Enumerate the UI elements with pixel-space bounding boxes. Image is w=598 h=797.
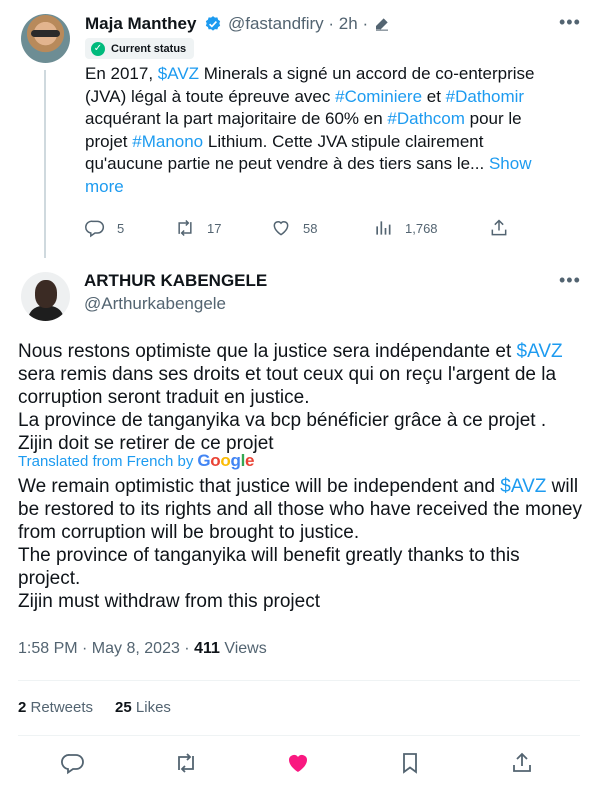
more-icon[interactable]: ••• [559,270,581,291]
tweet-actions [0,751,598,777]
share-icon [491,219,507,236]
bookmark-icon[interactable] [398,751,422,775]
author-name[interactable]: Maja Manthey [85,14,196,34]
translation-attribution[interactable]: Translated from French by Google [18,451,254,471]
status-label: Current status [111,42,187,55]
avatar-arthur[interactable] [21,272,70,321]
retweets-stat[interactable]: 2 Retweets [18,699,93,716]
hashtag-link[interactable]: #Dathomir [446,87,524,106]
verified-badge-icon [205,16,221,31]
views-count: 1,768 [405,220,438,236]
likes-count: 25 [115,699,132,716]
reply-count: 5 [117,220,125,236]
engagement-stats: 2 Retweets 25 Likes [18,699,171,716]
share-button[interactable] [489,218,509,238]
post-time: · 2h · [328,14,369,33]
text-segment: Nous restons optimiste que la justice se… [18,341,517,362]
likes-label: Likes [131,699,171,716]
views-label: Views [219,640,267,657]
thread-connector [44,70,46,258]
status-badge: ✓ Current status [85,38,195,59]
retweet-icon [178,219,192,237]
reply-button[interactable]: 5 [85,218,124,238]
retweet-count: 17 [207,220,222,236]
text-segment: sera remis dans ses droits et tout ceux … [18,364,557,454]
like-icon[interactable] [286,751,310,775]
cashtag-link[interactable]: $AVZ [500,476,546,497]
edit-icon [376,18,388,31]
divider [18,735,580,736]
quoted-actions: 5 17 58 1,768 [85,218,575,244]
cashtag-link[interactable]: $AVZ [517,341,563,362]
tweet-text-translated: We remain optimistic that justice will b… [18,475,583,613]
text-segment: acquérant la part majoritaire de 60% en [85,109,388,128]
share-icon[interactable] [510,751,534,775]
retweet-button[interactable]: 17 [175,218,221,238]
more-icon[interactable]: ••• [559,12,581,33]
avatar-maja[interactable] [21,14,70,63]
reply-icon[interactable] [61,751,85,775]
hashtag-link[interactable]: #Manono [132,132,203,151]
translated-label[interactable]: Translated from French by [18,453,193,470]
cashtag-link[interactable]: $AVZ [158,64,199,83]
retweet-icon[interactable] [174,751,198,775]
retweets-label: Retweets [26,699,94,716]
author-handle-time[interactable]: @fastandfiry · 2h · [228,14,368,34]
google-logo: Google [197,451,255,470]
like-count: 58 [303,220,318,236]
divider [18,680,580,681]
likes-stat[interactable]: 25 Likes [115,699,171,716]
text-segment: We remain optimistic that justice will b… [18,476,501,497]
author-handle[interactable]: @Arthurkabengele [84,294,226,314]
text-segment: et [422,86,446,106]
views-count: 411 [194,640,220,657]
hashtag-link[interactable]: #Dathcom [387,109,464,128]
views-icon [376,221,391,235]
timestamp[interactable]: 1:58 PM · May 8, 2023 · [18,640,194,657]
author-handle[interactable]: @fastandfiry [228,14,324,33]
author-name[interactable]: ARTHUR KABENGELE [84,271,267,291]
check-icon: ✓ [91,41,105,56]
hashtag-link[interactable]: #Cominiere [335,87,422,106]
reply-icon [85,220,105,238]
like-button[interactable]: 58 [271,218,317,238]
views-button[interactable]: 1,768 [373,218,438,238]
like-icon [273,221,289,236]
quoted-text: En 2017, $AVZ Minerals a signé un accord… [85,63,555,198]
text-segment: En 2017, [85,64,158,83]
tweet-meta: 1:58 PM · May 8, 2023 · 411 Views [18,640,267,658]
tweet-text-original: Nous restons optimiste que la justice se… [18,340,583,455]
